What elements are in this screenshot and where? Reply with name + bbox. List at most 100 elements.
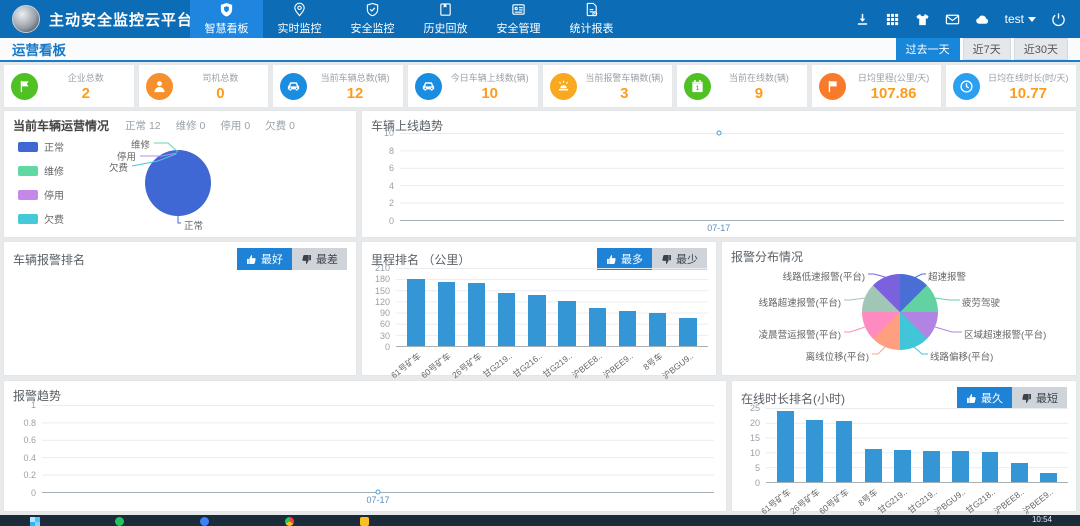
bar-26号矿车[interactable] <box>800 408 829 482</box>
bar-甘G219..[interactable] <box>917 408 946 482</box>
taskbar-clock[interactable]: 10:54 <box>1032 515 1052 524</box>
nav-label: 智慧看板 <box>205 20 249 36</box>
bar-甘G218..[interactable] <box>975 408 1004 482</box>
filter-last-30-days[interactable]: 近30天 <box>1014 38 1068 60</box>
legend-item-repair[interactable]: 维修 <box>18 163 64 178</box>
kpi-value: 10 <box>449 85 531 102</box>
callout-fatigue-driving: 疲劳驾驶 <box>962 295 1000 309</box>
vehicle-operation-pie[interactable] <box>145 150 211 216</box>
filter-past-day[interactable]: 过去一天 <box>896 38 960 60</box>
id-card-icon <box>511 2 526 17</box>
navbar-utilities: test <box>855 0 1080 38</box>
location-pin-icon <box>292 2 307 17</box>
x-tick-label: 07-17 <box>707 223 730 233</box>
app-title: 主动安全监控云平台 <box>49 9 193 30</box>
nav-item-realtime-monitor[interactable]: 实时监控 <box>263 0 336 38</box>
bar-沪BGU9..[interactable] <box>946 408 975 482</box>
bar-8号车[interactable] <box>643 268 673 346</box>
data-point[interactable] <box>716 131 721 136</box>
download-icon[interactable] <box>855 12 870 27</box>
worst-button[interactable]: 最差 <box>292 248 347 270</box>
bars <box>766 408 1068 482</box>
kpi-value: 0 <box>180 85 262 102</box>
nav-item-smart-board[interactable]: 智慧看板 <box>190 0 263 38</box>
kpi-average-online-hours: 日均在线时长(时/天) 10.77 <box>945 64 1077 108</box>
callout-overspeed: 超速报警 <box>928 269 966 283</box>
best-button[interactable]: 最好 <box>237 248 292 270</box>
bar-甘G219..[interactable] <box>888 408 917 482</box>
page-title: 运营看板 <box>12 39 66 59</box>
legend-item-arrears[interactable]: 欠费 <box>18 211 64 226</box>
longest-button[interactable]: 最久 <box>957 387 1012 409</box>
panel-title: 当前车辆运营情况 <box>13 117 109 134</box>
operation-stats: 正常 12 维修 0 停用 0 欠费 0 <box>125 118 295 133</box>
nav-label: 实时监控 <box>278 20 322 36</box>
kpi-label: 今日车辆上线数(辆) <box>449 71 531 84</box>
most-button[interactable]: 最多 <box>597 248 652 270</box>
bar-60号矿车[interactable] <box>431 268 461 346</box>
bar-甘G216..[interactable] <box>522 268 552 346</box>
kpi-average-daily-mileage: 日均里程(公里/天) 107.86 <box>811 64 943 108</box>
nav-item-safety-monitor[interactable]: 安全监控 <box>336 0 409 38</box>
filter-last-7-days[interactable]: 近7天 <box>963 38 1011 60</box>
kpi-total-vehicles: 当前车辆总数(辆) 12 <box>272 64 404 108</box>
kpi-label: 日均里程(公里/天) <box>853 71 935 84</box>
date-range-filters: 过去一天 近7天 近30天 <box>896 38 1068 60</box>
bar-61号矿车[interactable] <box>401 268 431 346</box>
nav-item-safety-management[interactable]: 安全管理 <box>482 0 555 38</box>
cloud-icon[interactable] <box>975 12 990 27</box>
panel-title: 车辆报警排名 <box>13 251 85 268</box>
bar-沪BEE8..[interactable] <box>582 268 612 346</box>
x-axis: 61号矿车26号矿车60号矿车8号车甘G219..甘G219..沪BGU9..甘… <box>766 483 1068 509</box>
report-icon <box>584 2 599 17</box>
panel-vehicle-operation-status: 当前车辆运营情况 正常 12 维修 0 停用 0 欠费 0 正常 维修 停用 欠… <box>3 110 357 238</box>
bar-沪BGU9..[interactable] <box>673 268 703 346</box>
kpi-value: 9 <box>718 85 800 102</box>
taskbar-app-icon[interactable] <box>115 517 124 526</box>
y-axis: 1086420 <box>370 133 400 221</box>
nav-item-statistics-report[interactable]: 统计报表 <box>555 0 628 38</box>
bar-61号矿车[interactable] <box>771 408 800 482</box>
user-menu[interactable]: test <box>1005 12 1036 26</box>
mail-icon[interactable] <box>945 12 960 27</box>
apps-grid-icon[interactable] <box>885 12 900 27</box>
data-point[interactable] <box>376 490 381 495</box>
legend-item-disabled[interactable]: 停用 <box>18 187 64 202</box>
page-subheader: 运营看板 过去一天 近7天 近30天 <box>0 38 1080 62</box>
shirt-icon[interactable] <box>915 12 930 27</box>
thumbs-down-icon <box>661 254 672 265</box>
kpi-label: 当前车辆总数(辆) <box>314 71 396 84</box>
kpi-alarm-vehicles: 当前报警车辆数(辆) 3 <box>542 64 674 108</box>
folder-icon[interactable] <box>360 517 369 526</box>
panel-vehicle-online-trend: 车辆上线趋势 1086420 07-17 <box>361 110 1077 238</box>
kpi-label: 当前在线数(辆) <box>718 71 800 84</box>
panel-title: 车辆上线趋势 <box>371 117 443 134</box>
taskbar-app-icon[interactable] <box>200 517 209 526</box>
bar-60号矿车[interactable] <box>829 408 858 482</box>
kpi-label: 日均在线时长(时/天) <box>987 71 1069 84</box>
y-axis: 2101801501209060300 <box>366 268 396 347</box>
legend-item-normal[interactable]: 正常 <box>18 139 64 154</box>
kpi-vehicles-online-today: 今日车辆上线数(辆) 10 <box>407 64 539 108</box>
alarm-distribution-pie[interactable] <box>862 274 938 350</box>
bar-甘G219..[interactable] <box>552 268 582 346</box>
shortest-button[interactable]: 最短 <box>1012 387 1067 409</box>
kpi-value: 12 <box>314 85 396 102</box>
bar-沪BEE9..[interactable] <box>1034 408 1063 482</box>
main-nav: 智慧看板 实时监控 安全监控 历史回放 安全管理 统计报表 <box>190 0 628 38</box>
car-icon <box>280 73 307 100</box>
least-button[interactable]: 最少 <box>652 248 707 270</box>
bar-甘G219..[interactable] <box>492 268 522 346</box>
nav-label: 统计报表 <box>570 20 614 36</box>
bar-26号矿车[interactable] <box>461 268 491 346</box>
bar-沪BEE8..[interactable] <box>1005 408 1034 482</box>
y-axis: 10.80.60.40.20 <box>12 405 42 493</box>
start-button-icon[interactable] <box>30 517 40 526</box>
nav-label: 安全管理 <box>497 20 541 36</box>
bar-8号车[interactable] <box>859 408 888 482</box>
power-icon[interactable] <box>1051 12 1066 27</box>
kpi-value: 2 <box>45 85 127 102</box>
chrome-icon[interactable] <box>285 517 294 526</box>
nav-item-history-playback[interactable]: 历史回放 <box>409 0 482 38</box>
bar-沪BEE9..[interactable] <box>612 268 642 346</box>
